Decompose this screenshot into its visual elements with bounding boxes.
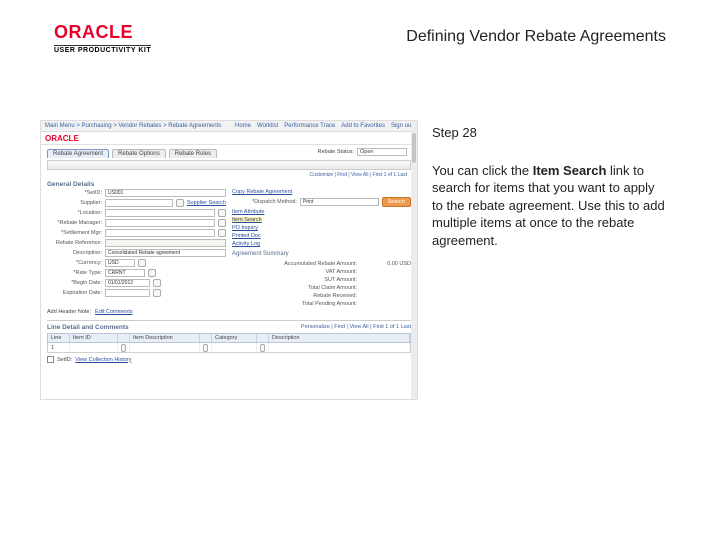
emphasis: Item Search	[533, 163, 607, 178]
desc-input[interactable]	[272, 344, 406, 351]
lookup-icon[interactable]	[260, 344, 265, 352]
location-field[interactable]	[105, 209, 215, 217]
search-button[interactable]: Search	[382, 197, 411, 207]
item-search-link[interactable]: Item Search	[232, 217, 262, 223]
item-id-input[interactable]	[73, 344, 114, 351]
rate-type-field[interactable]: CRRNT	[105, 269, 145, 277]
grid-personalize[interactable]: Customize | Find | View All | First 1 of…	[41, 172, 417, 178]
grid-pager[interactable]: Personalize | Find | View All | First 1 …	[301, 324, 411, 331]
app-screenshot: Main Menu > Purchasing > Vendor Rebates …	[40, 120, 418, 400]
nav-signout[interactable]: Sign out	[391, 123, 413, 129]
lookup-icon[interactable]	[203, 344, 208, 352]
brand-subtitle: USER PRODUCTIVITY KIT	[54, 45, 151, 54]
calendar-icon[interactable]	[153, 289, 161, 297]
right-column: Copy Rebate Agreement *Dispatch Method:P…	[232, 189, 411, 307]
brand-block: ORACLE USER PRODUCTIVITY KIT	[54, 22, 151, 54]
copy-agreement-link[interactable]: Copy Rebate Agreement	[232, 189, 292, 195]
po-inquiry-link[interactable]: PO Inquiry	[232, 225, 258, 231]
printed-doc-link[interactable]: Printed Doc	[232, 233, 261, 239]
app-header: Main Menu > Purchasing > Vendor Rebates …	[41, 121, 417, 132]
lookup-icon[interactable]	[148, 269, 156, 277]
lookup-icon[interactable]	[138, 259, 146, 267]
header-nav: Home Worklist Performance Trace Add to F…	[235, 123, 413, 129]
instruction-panel: Step 28 You can click the Item Search li…	[432, 124, 668, 249]
dispatch-method-select[interactable]: Print	[300, 198, 379, 206]
activity-log-link[interactable]: Activity Log	[232, 241, 260, 247]
supplier-field[interactable]	[105, 199, 173, 207]
checkbox[interactable]	[47, 356, 54, 363]
setid-field[interactable]: US001	[105, 189, 226, 197]
rebate-ref-field	[105, 239, 226, 247]
table-row[interactable]: 1	[47, 343, 411, 353]
nav-home[interactable]: Home	[235, 123, 251, 129]
oracle-logo: ORACLE	[54, 22, 133, 43]
agreement-summary-title: Agreement Summary	[232, 249, 411, 259]
toolbar-placeholder[interactable]	[47, 160, 411, 170]
supplier-search-link[interactable]: Supplier Search	[187, 200, 226, 206]
divider	[47, 320, 411, 321]
nav-worklist[interactable]: Worklist	[257, 123, 278, 129]
tab-rebate-rules[interactable]: Rebate Rules	[169, 149, 217, 158]
edit-comments-link[interactable]: Edit Comments	[95, 309, 133, 315]
lookup-icon[interactable]	[218, 209, 226, 217]
lookup-icon[interactable]	[218, 219, 226, 227]
nav-perf[interactable]: Performance Trace	[284, 123, 335, 129]
tab-rebate-options[interactable]: Rebate Options	[112, 149, 166, 158]
section-general-details: General Details	[47, 181, 411, 188]
step-label: Step 28	[432, 124, 668, 142]
grid-title: Line Detail and Comments	[47, 324, 129, 331]
accum-amt: 0.00 USD	[361, 261, 411, 267]
expiration-date-field[interactable]	[105, 289, 150, 297]
lookup-icon[interactable]	[121, 344, 126, 352]
status-select[interactable]: Open	[357, 148, 407, 156]
left-column: *SetID:US001 Supplier:Supplier Search *L…	[47, 189, 226, 307]
item-attribute-link[interactable]: Item Attribute	[232, 209, 264, 215]
tab-rebate-agreement[interactable]: Rebate Agreement	[47, 149, 109, 158]
nav-fav[interactable]: Add to Favorites	[341, 123, 385, 129]
lookup-icon[interactable]	[218, 229, 226, 237]
status-label: Rebate Status:	[318, 149, 354, 155]
grid-header: Line Item ID Item Description Category D…	[47, 333, 411, 343]
instruction-text: You can click the Item Search link to se…	[432, 162, 668, 250]
history-link[interactable]: View Collection History	[75, 357, 131, 363]
header-note-label: Add Header Note:	[47, 309, 91, 315]
scrollbar[interactable]	[411, 121, 417, 399]
item-desc-input[interactable]	[133, 344, 196, 351]
currency-field[interactable]: USD	[105, 259, 135, 267]
category-input[interactable]	[215, 344, 253, 351]
rebate-mgr-field[interactable]	[105, 219, 215, 227]
settlement-mgr-field[interactable]	[105, 229, 215, 237]
calendar-icon[interactable]	[153, 279, 161, 287]
begin-date-field[interactable]: 01/01/2012	[105, 279, 150, 287]
app-logo: ORACLE	[41, 132, 417, 145]
breadcrumb[interactable]: Main Menu > Purchasing > Vendor Rebates …	[45, 123, 221, 129]
lookup-icon[interactable]	[176, 199, 184, 207]
footer-search-row: SetID: View Collection History	[47, 356, 411, 363]
page-title: Defining Vendor Rebate Agreements	[406, 28, 666, 46]
page-tabs: Rebate Agreement Rebate Options Rebate R…	[41, 145, 223, 158]
toolbar-strip	[47, 160, 411, 170]
description-field[interactable]: Consolidated Rebate agreement	[105, 249, 226, 257]
